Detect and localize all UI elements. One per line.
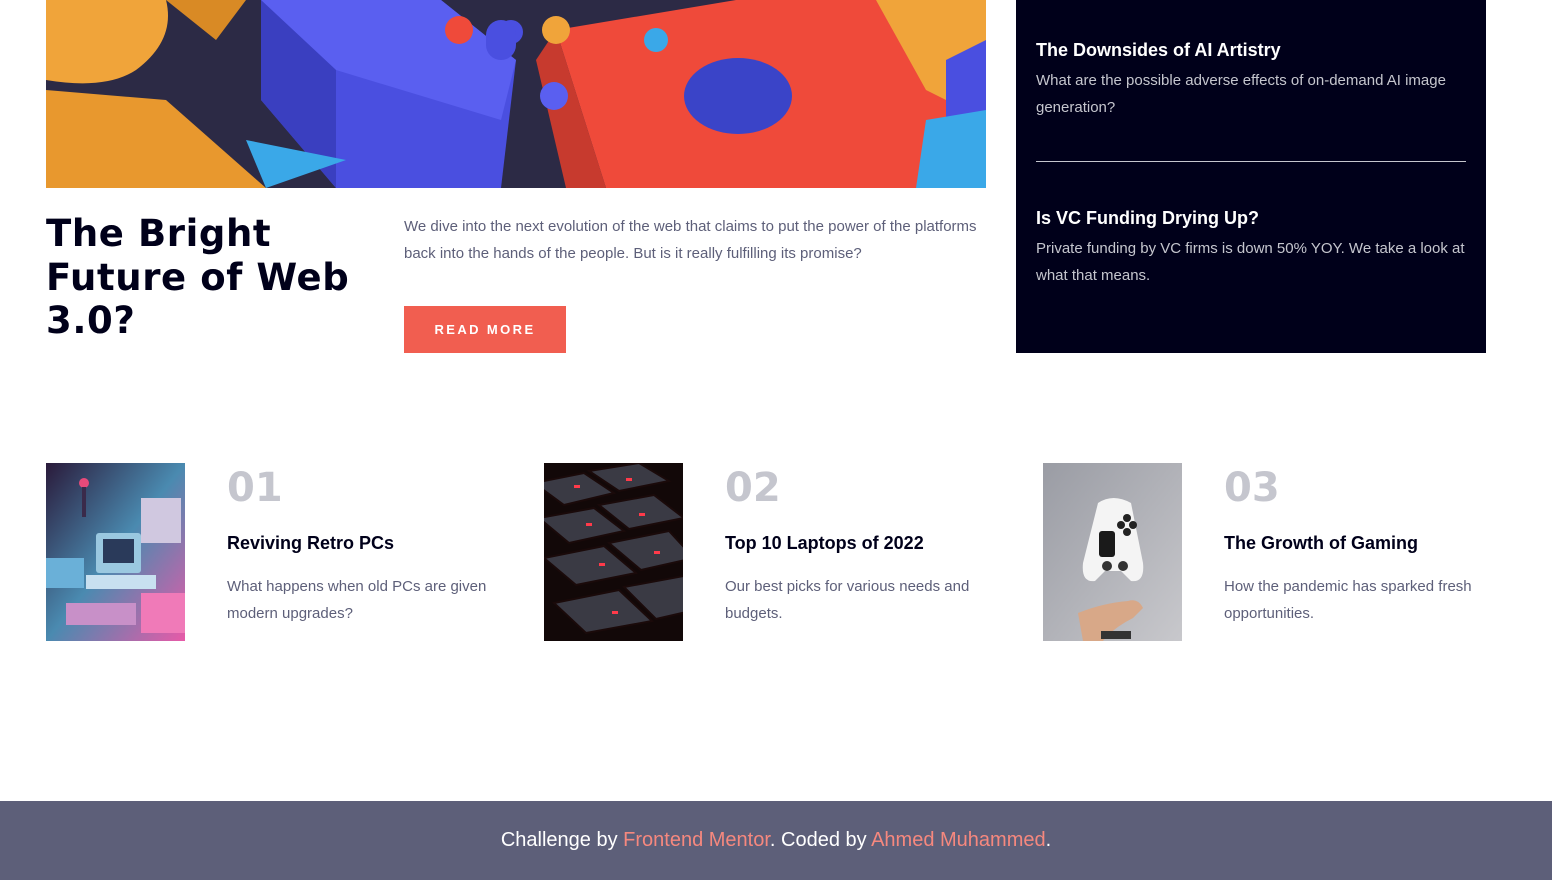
article-card: 03 The Growth of Gaming How the pandemic… <box>1043 463 1503 641</box>
footer-prefix: Challenge by <box>500 829 624 851</box>
article-description: How the pandemic has sparked fresh oppor… <box>1224 578 1472 622</box>
article-title[interactable]: The Growth of Gaming <box>1224 531 1418 555</box>
laptop-keyboard-image <box>544 463 683 641</box>
retro-pc-image <box>46 463 185 641</box>
read-more-button[interactable]: READ MORE <box>404 306 566 353</box>
gamepad-image <box>1043 463 1182 641</box>
footer: Challenge by Frontend Mentor. Coded by A… <box>0 801 1552 880</box>
new-item: The Downsides of AI Artistry What are th… <box>1036 38 1466 121</box>
footer-attribution: Challenge by Frontend Mentor. Coded by A… <box>501 829 1051 852</box>
new-articles-panel: The Downsides of AI Artistry What are th… <box>1016 0 1486 353</box>
hero-title: The Bright Future of Web 3.0? <box>46 212 350 342</box>
author-link[interactable]: Ahmed Muhammed <box>871 829 1046 851</box>
article-card: 01 Reviving Retro PCs What happens when … <box>46 463 506 641</box>
divider <box>1036 161 1466 162</box>
article-title[interactable]: Top 10 Laptops of 2022 <box>725 531 924 555</box>
footer-suffix: . <box>1045 829 1052 851</box>
frontend-mentor-link[interactable]: Frontend Mentor <box>623 829 770 851</box>
article-description: Our best picks for various needs and bud… <box>725 578 970 622</box>
new-item-description: What are the possible adverse effects of… <box>1036 72 1446 116</box>
footer-middle: . Coded by <box>769 829 872 851</box>
new-item-title[interactable]: Is VC Funding Drying Up? <box>1036 206 1466 230</box>
new-item-description: Private funding by VC firms is down 50% … <box>1036 240 1465 284</box>
new-item-title[interactable]: The Downsides of AI Artistry <box>1036 38 1466 62</box>
article-card: 02 Top 10 Laptops of 2022 Our best picks… <box>544 463 1004 641</box>
article-description: What happens when old PCs are given mode… <box>227 578 487 622</box>
new-item: Is VC Funding Drying Up? Private funding… <box>1036 206 1466 289</box>
hero-image <box>46 0 986 188</box>
article-number: 02 <box>725 465 781 511</box>
article-number: 01 <box>227 465 283 511</box>
article-number: 03 <box>1224 465 1280 511</box>
article-title[interactable]: Reviving Retro PCs <box>227 531 394 555</box>
hero-description: We dive into the next evolution of the w… <box>404 218 977 262</box>
